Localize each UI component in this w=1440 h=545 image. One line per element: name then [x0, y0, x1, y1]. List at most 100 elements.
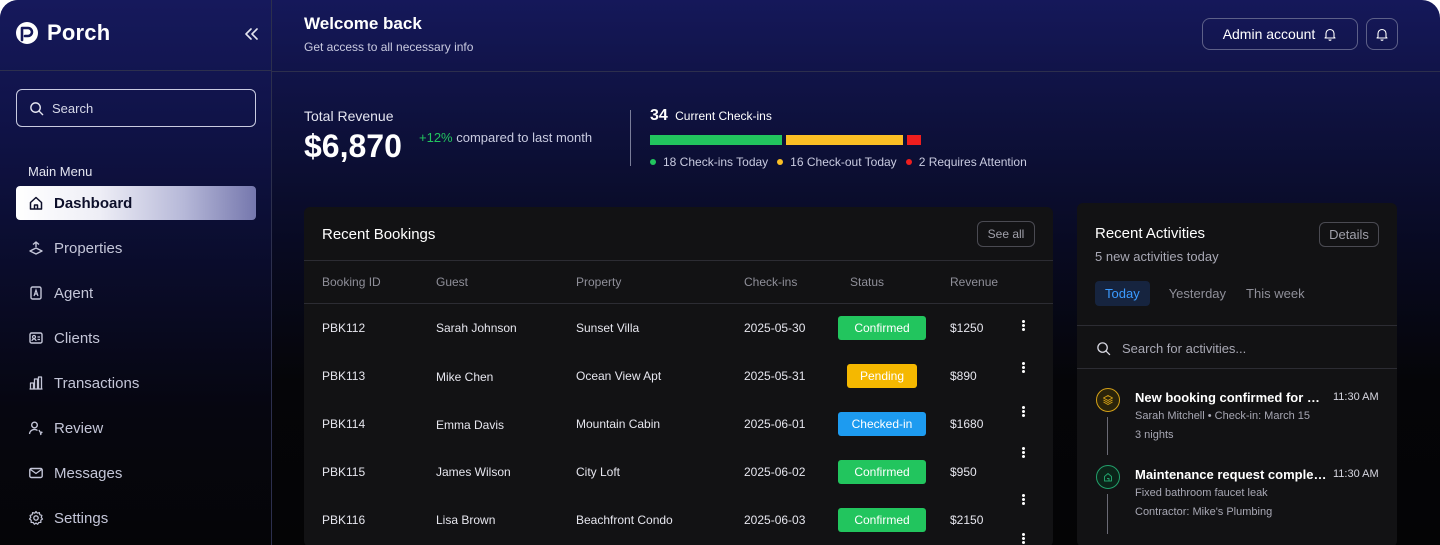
table-row[interactable]: PBK115 James Wilson City Loft 2025-06-02… [304, 447, 1053, 497]
stats-divider [630, 110, 631, 166]
checkins-progress-bar [650, 135, 930, 145]
admin-account-button[interactable]: Admin account [1202, 18, 1358, 50]
legend-attention: 2 Requires Attention [905, 155, 1027, 169]
column-header-property: Property [576, 275, 622, 289]
cell-checkin: 2025-05-30 [744, 321, 806, 335]
gear-icon [28, 510, 44, 525]
row-actions-icon[interactable] [1022, 362, 1026, 374]
attention-segment [907, 135, 921, 145]
activity-detail: Fixed bathroom faucet leak [1135, 487, 1268, 499]
activity-time: 11:30 AM [1333, 391, 1379, 403]
chart-bar-icon [29, 376, 43, 390]
table-row[interactable]: PBK114 Emma Davis Mountain Cabin 2025-06… [304, 401, 1053, 449]
collapse-sidebar-icon[interactable] [242, 25, 260, 43]
home-check-icon [1096, 465, 1120, 489]
cell-checkin: 2025-06-01 [744, 417, 806, 431]
row-actions-icon[interactable] [1022, 533, 1026, 545]
checkins-segment [650, 135, 782, 145]
sidebar-item-settings[interactable]: Settings [16, 501, 256, 535]
sidebar-item-label: Agent [54, 284, 94, 302]
row-actions-icon[interactable] [1022, 447, 1026, 459]
cell-booking-id: PBK115 [322, 465, 366, 479]
cell-guest: Lisa Brown [436, 513, 496, 527]
porch-logo-icon [16, 22, 38, 44]
row-actions-icon[interactable] [1022, 406, 1026, 418]
sidebar-item-review[interactable]: Review [16, 411, 256, 445]
cell-guest: Mike Chen [436, 370, 494, 384]
bell-icon [1376, 28, 1388, 41]
page-subtitle: Get access to all necessary info [304, 40, 474, 54]
cell-property: Sunset Villa [576, 321, 640, 335]
revenue-change-percent: +12% [419, 130, 453, 145]
row-actions-icon[interactable] [1022, 494, 1026, 506]
total-revenue-label: Total Revenue [304, 108, 394, 124]
admin-account-label: Admin account [1222, 26, 1316, 42]
status-badge: Pending [847, 364, 917, 388]
sidebar-item-agent[interactable]: Agent [16, 276, 256, 310]
status-badge: Checked-in [838, 412, 926, 436]
column-header-revenue: Revenue [950, 275, 999, 289]
table-row[interactable]: PBK116 Lisa Brown Beachfront Condo 2025-… [304, 494, 1053, 545]
brand-row: Porch [0, 0, 271, 71]
cell-checkin: 2025-05-31 [744, 369, 806, 383]
sidebar-item-clients[interactable]: Clients [16, 321, 256, 355]
clients-icon [29, 332, 43, 344]
total-revenue-value: $6,870 [304, 128, 402, 164]
sidebar-item-label: Messages [54, 464, 123, 482]
activity-detail: Sarah Mitchell • Check-in: March 15 [1135, 410, 1311, 422]
column-header-checkins: Check-ins [744, 275, 798, 289]
cell-revenue: $950 [950, 465, 977, 479]
status-badge: Confirmed [838, 508, 926, 532]
activity-search-input[interactable]: Search for activities... [1077, 325, 1397, 369]
activity-search-placeholder: Search for activities... [1122, 341, 1247, 356]
yellow-dot-icon [777, 159, 784, 165]
checkouts-segment [786, 135, 903, 145]
green-dot-icon [650, 159, 656, 165]
sidebar-item-messages[interactable]: Messages [16, 456, 256, 490]
user-star-icon [28, 421, 43, 436]
details-button[interactable]: Details [1319, 222, 1379, 247]
cell-checkin: 2025-06-02 [744, 465, 806, 479]
timeline-connector [1107, 417, 1108, 455]
cell-revenue: $1250 [950, 321, 984, 335]
notifications-button[interactable] [1366, 18, 1398, 50]
cell-guest: James Wilson [436, 465, 511, 479]
sidebar-item-label: Clients [54, 329, 100, 347]
recent-activities-subtitle: 5 new activities today [1095, 249, 1219, 264]
column-header-guest: Guest [436, 275, 469, 289]
cell-revenue: $1680 [950, 417, 984, 431]
cell-booking-id: PBK113 [322, 369, 366, 383]
bell-icon [1324, 28, 1336, 41]
activity-time: 11:30 AM [1333, 468, 1379, 480]
cell-revenue: $2150 [950, 513, 984, 527]
search-placeholder: Search [52, 100, 94, 116]
cell-property: Beachfront Condo [576, 513, 673, 527]
layers-icon [1096, 388, 1120, 412]
sidebar-item-transactions[interactable]: Transactions [16, 366, 256, 400]
row-actions-icon[interactable] [1022, 320, 1026, 332]
cell-guest: Emma Davis [436, 418, 505, 432]
red-dot-icon [905, 159, 912, 165]
top-header: Welcome back Get access to all necessary… [272, 0, 1440, 72]
column-header-booking-id: Booking ID [322, 275, 381, 289]
table-row[interactable]: PBK112 Sarah Johnson Sunset Villa 2025-0… [304, 305, 1053, 353]
activity-detail: Contractor: Mike's Plumbing [1135, 506, 1273, 518]
tab-today[interactable]: Today [1095, 281, 1150, 306]
recent-activities-panel: Recent Activities 5 new activities today… [1077, 203, 1397, 545]
timeline-connector [1107, 494, 1108, 534]
legend-checkins: 18 Check-ins Today [650, 155, 768, 169]
tab-yesterday[interactable]: Yesterday [1169, 281, 1226, 306]
sidebar-item-properties[interactable]: Properties [16, 231, 256, 265]
table-header: Booking ID Guest Property Check-ins Stat… [304, 260, 1053, 304]
sidebar-item-label: Transactions [54, 374, 140, 392]
recent-bookings-panel: Recent Bookings See all Booking ID Guest… [304, 207, 1053, 545]
sidebar-search-input[interactable]: Search [16, 89, 256, 127]
checkins-header: 34 Current Check-ins [650, 107, 772, 125]
tab-this-week[interactable]: This week [1246, 281, 1305, 306]
sidebar-item-dashboard[interactable]: Dashboard [16, 186, 256, 220]
recent-bookings-title: Recent Bookings [322, 226, 436, 243]
main-menu: Dashboard Properties Agent Clients Trans… [16, 186, 256, 545]
column-header-status: Status [850, 275, 885, 289]
table-row[interactable]: PBK113 Mike Chen Ocean View Apt 2025-05-… [304, 353, 1053, 401]
see-all-button[interactable]: See all [977, 221, 1035, 247]
